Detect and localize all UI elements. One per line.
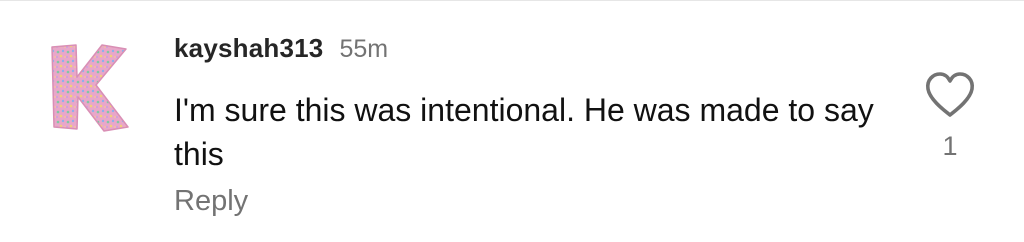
comment-text: I'm sure this was intentional. He was ma… [174,92,874,172]
letter-k-avatar-icon [51,44,129,132]
reply-button[interactable]: Reply [174,185,248,218]
timestamp: 55m [339,35,389,63]
comment-item: kayshah313 55m I'm sure this was intenti… [0,0,1024,242]
like-count: 1 [942,131,958,161]
comment-header: kayshah313 55m [174,33,388,64]
avatar[interactable] [46,39,130,135]
like-button[interactable] [924,71,976,119]
heart-outline-icon [926,72,974,117]
username[interactable]: kayshah313 [174,33,323,64]
